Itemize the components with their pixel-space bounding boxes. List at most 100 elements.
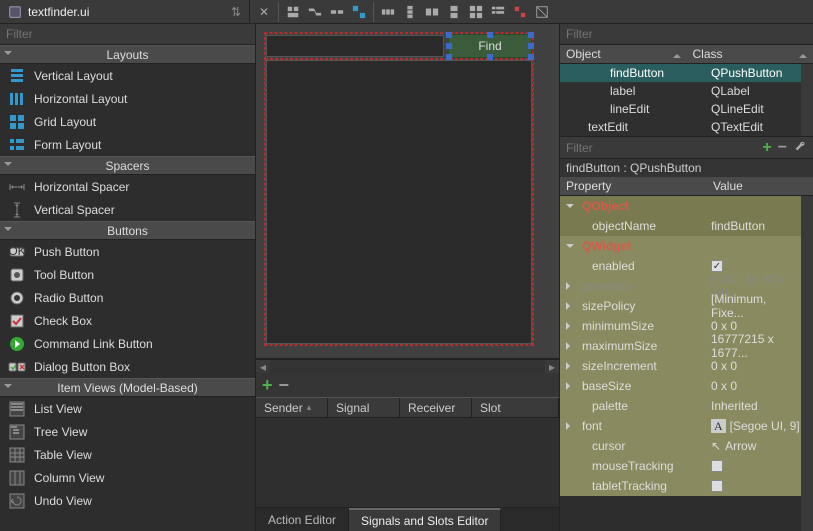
prop-scrollbar[interactable] <box>801 196 813 531</box>
sse-add-button[interactable]: + <box>262 375 273 396</box>
prop-col-value[interactable]: Value <box>707 177 813 195</box>
widget-item[interactable]: Table View <box>0 443 255 466</box>
prop-row[interactable]: objectNamefindButton <box>560 216 801 236</box>
widget-category-header[interactable]: Layouts <box>0 45 255 64</box>
objinsp-filter-input[interactable] <box>566 27 807 41</box>
form-textedit-widget[interactable] <box>266 60 532 344</box>
prop-add-dynamic-button[interactable]: + <box>762 139 771 157</box>
prop-list[interactable]: QObjectobjectNamefindButtonQWidgetenable… <box>560 196 801 531</box>
prop-row[interactable]: maximumSize16777215 x 1677... <box>560 336 801 356</box>
widget-item[interactable]: OKPush Button <box>0 240 255 263</box>
prop-row[interactable]: sizePolicy[Minimum, Fixe... <box>560 296 801 316</box>
form-search-row-layout[interactable]: Find <box>265 33 533 59</box>
scroll-track[interactable] <box>270 360 545 373</box>
form-textedit-layout[interactable] <box>265 59 533 345</box>
sse-col-slot[interactable]: Slot <box>472 398 559 417</box>
widget-item[interactable]: Command Link Button <box>0 332 255 355</box>
objinsp-row[interactable]: labelQLabel <box>560 82 801 100</box>
selection-handle[interactable] <box>487 54 493 60</box>
tab-action-editor[interactable]: Action Editor <box>256 508 349 531</box>
close-form-button[interactable]: ✕ <box>254 2 274 22</box>
layout-form-button[interactable] <box>488 2 508 22</box>
objinsp-row[interactable]: lineEditQLineEdit <box>560 100 801 118</box>
selection-handle[interactable] <box>528 54 534 60</box>
sse-body[interactable] <box>256 418 559 507</box>
objinsp-tree[interactable]: findButtonQPushButtonlabelQLabellineEdit… <box>560 64 801 136</box>
layout-vertical-button[interactable] <box>400 2 420 22</box>
widget-item[interactable]: Form Layout <box>0 133 255 156</box>
scroll-right-icon[interactable]: ▸ <box>545 360 559 373</box>
prop-group-header[interactable]: QWidget <box>560 236 801 256</box>
adjust-size-button[interactable] <box>532 2 552 22</box>
form-lineedit-widget[interactable] <box>266 35 444 57</box>
objinsp-row[interactable]: textEditQTextEdit <box>560 118 801 136</box>
widget-item[interactable]: Horizontal Layout <box>0 87 255 110</box>
widget-category-header[interactable]: Item Views (Model-Based) <box>0 378 255 397</box>
prop-row[interactable]: paletteInherited <box>560 396 801 416</box>
prop-group-header[interactable]: QObject <box>560 196 801 216</box>
prop-checkbox[interactable] <box>711 460 723 472</box>
objinsp-row[interactable]: findButtonQPushButton <box>560 64 801 82</box>
open-file-selector[interactable]: textfinder.ui ⇅ <box>0 0 250 23</box>
selection-handle[interactable] <box>528 43 534 49</box>
layout-vert-splitter-button[interactable] <box>444 2 464 22</box>
widget-item[interactable]: Vertical Spacer <box>0 198 255 221</box>
prop-row[interactable]: cursorArrow <box>560 436 801 456</box>
canvas-horizontal-scrollbar[interactable]: ◂ ▸ <box>256 359 559 373</box>
prop-row[interactable]: tabletTracking <box>560 476 801 496</box>
prop-settings-button[interactable] <box>793 139 807 156</box>
selection-handle[interactable] <box>528 32 534 38</box>
widget-item[interactable]: Grid Layout <box>0 110 255 133</box>
widget-item[interactable]: List View <box>0 397 255 420</box>
edit-taborder-button[interactable] <box>349 2 369 22</box>
selection-handle[interactable] <box>446 32 452 38</box>
prop-checkbox[interactable] <box>711 480 723 492</box>
widget-item[interactable]: Check Box <box>0 309 255 332</box>
prop-filter-input[interactable] <box>566 141 756 155</box>
form-top-layout[interactable]: Find <box>264 32 534 346</box>
widget-item[interactable]: Radio Button <box>0 286 255 309</box>
prop-row[interactable]: baseSize0 x 0 <box>560 376 801 396</box>
layout-grid-button[interactable] <box>466 2 486 22</box>
objinsp-col-class[interactable]: Class <box>687 45 813 63</box>
layout-horiz-splitter-button[interactable] <box>422 2 442 22</box>
prop-row[interactable]: sizeIncrement0 x 0 <box>560 356 801 376</box>
prop-col-property[interactable]: Property <box>560 177 707 195</box>
tab-signals-slots-editor[interactable]: Signals and Slots Editor <box>349 508 501 531</box>
prop-row[interactable]: mouseTracking <box>560 456 801 476</box>
scroll-left-icon[interactable]: ◂ <box>256 360 270 373</box>
objinsp-scrollbar[interactable] <box>801 64 813 136</box>
sse-col-sender[interactable]: Sender▴ <box>256 398 328 417</box>
edit-buddies-button[interactable] <box>327 2 347 22</box>
widget-item[interactable]: Tree View <box>0 420 255 443</box>
objinsp-col-object[interactable]: Object <box>560 45 687 63</box>
widget-item[interactable]: Column View <box>0 466 255 489</box>
edit-signals-button[interactable] <box>305 2 325 22</box>
objinsp-filter-row <box>560 24 813 45</box>
form-design-canvas[interactable]: Find <box>256 24 559 359</box>
sse-remove-button[interactable]: − <box>279 375 290 396</box>
selection-handle[interactable] <box>446 54 452 60</box>
prop-checkbox[interactable]: ✓ <box>711 260 723 272</box>
widget-category-header[interactable]: Spacers <box>0 156 255 175</box>
prop-name: tabletTracking <box>592 479 667 493</box>
sse-col-signal[interactable]: Signal <box>328 398 400 417</box>
edit-widgets-button[interactable] <box>283 2 303 22</box>
widget-item[interactable]: Vertical Layout <box>0 64 255 87</box>
widget-item[interactable]: Horizontal Spacer <box>0 175 255 198</box>
form-find-button-widget[interactable]: Find <box>448 34 532 58</box>
selection-handle[interactable] <box>446 43 452 49</box>
prop-value: [Segoe UI, 9] <box>730 419 800 433</box>
widget-item[interactable]: Tool Button <box>0 263 255 286</box>
widget-category-header[interactable]: Buttons <box>0 221 255 240</box>
layout-horizontal-button[interactable] <box>378 2 398 22</box>
widget-item[interactable]: Undo View <box>0 489 255 512</box>
vspacer-icon <box>8 201 26 219</box>
prop-remove-dynamic-button[interactable]: − <box>778 139 787 157</box>
sse-col-receiver[interactable]: Receiver <box>400 398 472 417</box>
widget-item[interactable]: Dialog Button Box <box>0 355 255 378</box>
break-layout-button[interactable] <box>510 2 530 22</box>
widget-filter-input[interactable] <box>6 27 249 41</box>
prop-row[interactable]: font[Segoe UI, 9] <box>560 416 801 436</box>
selection-handle[interactable] <box>487 32 493 38</box>
